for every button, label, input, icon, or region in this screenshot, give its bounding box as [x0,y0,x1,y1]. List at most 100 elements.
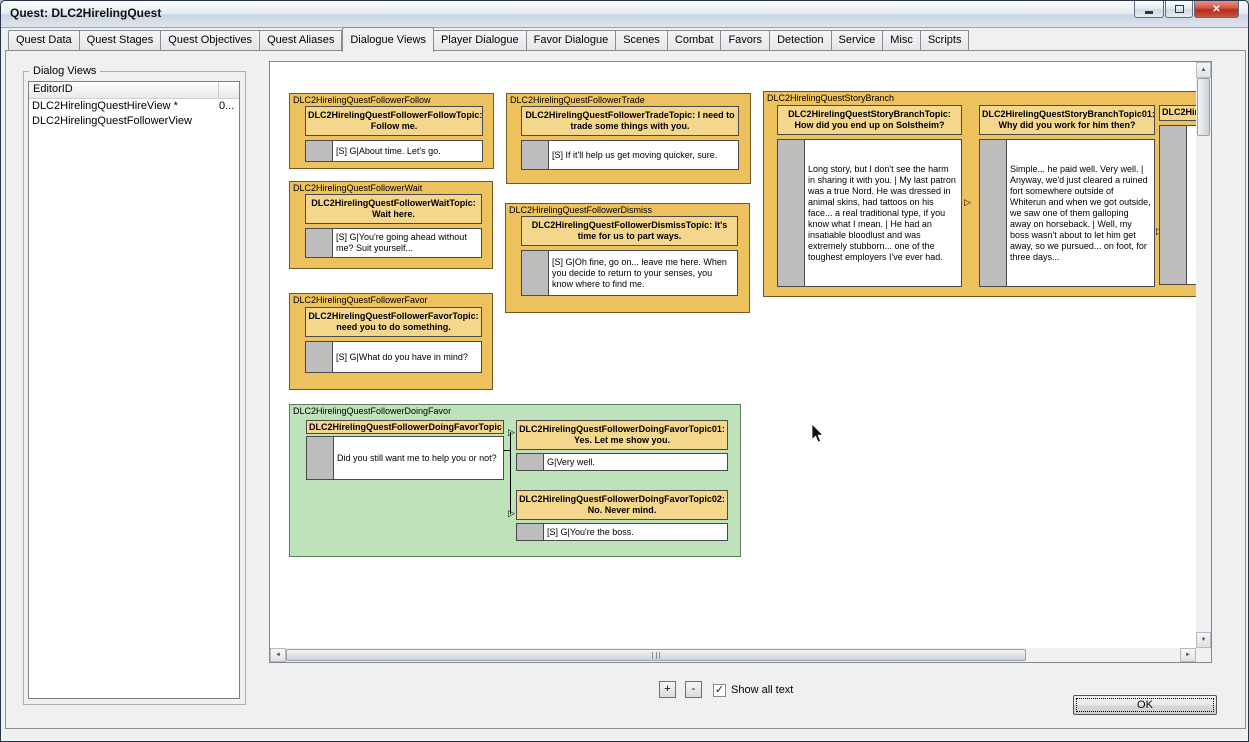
response-row[interactable]: Long story, but I don't see the harm in … [777,139,962,287]
response-flag [306,342,333,372]
topic-title: DLC2HirelingQuestFollowerFavorTopic: nee… [305,307,482,337]
vertical-scrollbar[interactable]: ▲ ▼ [1196,62,1211,648]
extra-column-header[interactable] [219,82,239,98]
tab-favor-dialogue[interactable]: Favor Dialogue [526,30,617,51]
response-row[interactable]: G|Very well. [516,453,728,471]
node-title: DLC2HirelingQuestFollowerDismiss [509,205,653,215]
zoom-out-button[interactable]: - [685,681,702,698]
close-button[interactable]: ✕ [1194,1,1239,18]
list-header: EditorID [29,82,239,99]
ok-button[interactable]: OK [1073,695,1217,715]
topic-box[interactable]: DLC2HirelingQuestFollowerFavorTopic: nee… [305,307,482,373]
scroll-up-icon[interactable]: ▲ [1196,62,1211,78]
node-follower-favor[interactable]: DLC2HirelingQuestFollowerFavor DLC2Hirel… [289,293,493,390]
tab-quest-objectives[interactable]: Quest Objectives [161,30,261,51]
response-text: [S] G|You're the boss. [544,524,727,540]
maximize-button[interactable] [1165,1,1193,18]
topic-title: DLC2HirelingQuestStoryBranchTopic: How d… [777,105,962,135]
scroll-right-icon[interactable]: ► [1180,648,1196,662]
dialogue-view-panel: DLC2HirelingQuestFollowerFollow DLC2Hire… [269,61,1212,663]
response-text: G|Very well. [544,454,727,470]
horizontal-scrollbar[interactable]: ◄ ► [270,648,1196,662]
topic-title: DLC2HirelingQuestFollowerWaitTopic: Wait… [305,194,482,224]
editor-id-column-header[interactable]: EditorID [29,82,219,98]
response-flag [517,524,544,540]
topic-title: DLC2Hir [1159,105,1196,121]
response-row[interactable]: [S] If it'll help us get moving quicker,… [521,140,739,170]
window-controls: ✕ [1133,1,1239,18]
response-text: Long story, but I don't see the harm in … [805,140,961,286]
response-row[interactable]: [S] G|What do you have in mind? [305,341,482,373]
show-all-text-checkbox[interactable]: ✓ [713,684,726,697]
check-icon: ✓ [714,684,725,696]
response-text: Simple... he paid well. Very well. | Any… [1007,140,1154,286]
list-item-hire-view[interactable]: DLC2HirelingQuestHireView * 0... [29,99,239,114]
topic-box[interactable]: DLC2HirelingQuestStoryBranchTopic01: Why… [979,105,1155,287]
topic-title: DLC2HirelingQuestFollowerTradeTopic: I n… [521,106,739,136]
response-text: [S] If it'll help us get moving quicker,… [549,141,738,169]
tab-detection[interactable]: Detection [770,30,832,51]
zoom-in-button[interactable]: + [659,681,676,698]
response-row[interactable]: [S] G|Oh fine, go on... leave me here. W… [521,250,738,296]
topic-box[interactable]: DLC2HirelingQuestFollowerTradeTopic: I n… [521,106,739,170]
tab-quest-data[interactable]: Quest Data [8,30,80,51]
tab-service[interactable]: Service [831,30,884,51]
node-follower-doing-favor[interactable]: DLC2HirelingQuestFollowerDoingFavor DLC2… [289,404,741,557]
response-row[interactable]: Did you still want me to help you or not… [306,436,504,480]
response-flag [307,437,334,479]
tab-misc[interactable]: Misc [883,30,921,51]
topic-box[interactable]: DLC2HirelingQuestFollowerFollowTopic: Fo… [305,106,483,162]
node-title: DLC2HirelingQuestFollowerFollow [293,95,431,105]
tab-scenes[interactable]: Scenes [616,30,668,51]
tab-player-dialogue[interactable]: Player Dialogue [433,30,527,51]
node-follower-dismiss[interactable]: DLC2HirelingQuestFollowerDismiss DLC2Hir… [505,203,750,313]
response-flag [306,141,333,161]
tab-quest-aliases[interactable]: Quest Aliases [260,30,343,51]
topic-title: DLC2HirelingQuestFollowerDismissTopic: I… [521,216,738,246]
response-row[interactable]: [S] G|You're going ahead without me? Sui… [305,228,482,258]
tab-dialogue-views[interactable]: Dialogue Views [342,27,434,52]
response-flag [522,251,549,295]
tab-scripts[interactable]: Scripts [920,30,970,51]
response-row[interactable]: [S] G|About time. Let's go. [305,140,483,162]
topic-box-clipped[interactable]: DLC2Hir [1159,105,1196,285]
topic-title: DLC2HirelingQuestFollowerDoingFavorTopic… [516,490,728,520]
scrollbar-corner [1196,648,1211,662]
node-follower-follow[interactable]: DLC2HirelingQuestFollowerFollow DLC2Hire… [289,93,494,169]
scroll-down-icon[interactable]: ▼ [1196,632,1211,648]
node-title: DLC2HirelingQuestStoryBranch [767,93,895,103]
minimize-icon [1145,10,1153,14]
titlebar[interactable]: Quest: DLC2HirelingQuest ✕ [1,1,1248,28]
node-follower-wait[interactable]: DLC2HirelingQuestFollowerWait DLC2Hireli… [289,181,493,269]
tab-combat[interactable]: Combat [667,30,722,51]
topic-box[interactable]: DLC2HirelingQuestFollowerWaitTopic: Wait… [305,194,482,258]
topic-box[interactable]: DLC2HirelingQuestFollowerDoingFavorTopic… [516,420,728,471]
list-item-follower-view[interactable]: DLC2HirelingQuestFollowerView [29,114,239,129]
response-flag [1160,126,1187,284]
response-flag [980,140,1007,286]
vertical-scroll-thumb[interactable] [1197,78,1210,136]
response-text: [S] G|What do you have in mind? [333,342,481,372]
scroll-left-icon[interactable]: ◄ [270,648,286,662]
dialogue-canvas[interactable]: DLC2HirelingQuestFollowerFollow DLC2Hire… [270,62,1196,648]
topic-box[interactable]: DLC2HirelingQuestFollowerDismissTopic: I… [521,216,738,296]
topic-box[interactable]: DLC2HirelingQuestFollowerDoingFavorTopic… [306,420,504,480]
response-row[interactable]: [S] G|You're the boss. [516,523,728,541]
topic-box[interactable]: DLC2HirelingQuestFollowerDoingFavorTopic… [516,490,728,541]
minimize-button[interactable] [1134,1,1164,18]
node-story-branch[interactable]: DLC2HirelingQuestStoryBranch DLC2Hirelin… [763,91,1196,297]
node-follower-trade[interactable]: DLC2HirelingQuestFollowerTrade DLC2Hirel… [506,93,751,184]
mouse-cursor [811,423,824,443]
tab-quest-stages[interactable]: Quest Stages [79,30,162,51]
tab-favors[interactable]: Favors [721,30,771,51]
topic-title: DLC2HirelingQuestFollowerFollowTopic: Fo… [305,106,483,136]
topic-title: DLC2HirelingQuestStoryBranchTopic01: Why… [979,105,1155,135]
horizontal-scroll-thumb[interactable] [286,649,1026,661]
close-icon: ✕ [1212,3,1221,15]
focus-rectangle [1076,698,1214,712]
response-row[interactable]: Simple... he paid well. Very well. | Any… [979,139,1155,287]
response-row[interactable] [1159,125,1196,285]
topic-box[interactable]: DLC2HirelingQuestStoryBranchTopic: How d… [777,105,962,287]
connector-line [510,432,511,514]
tab-strip: Quest Data Quest Stages Quest Objectives… [8,27,970,52]
